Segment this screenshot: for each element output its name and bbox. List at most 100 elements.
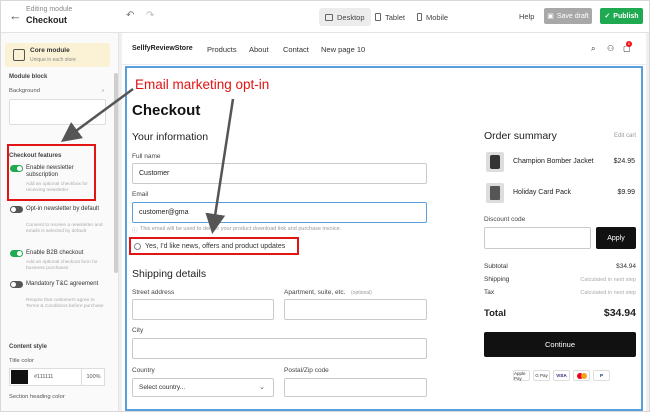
- core-module-subtitle: Unique in each store: [30, 57, 76, 63]
- subtotal-value: $34.94: [616, 263, 636, 270]
- optin-default-toggle[interactable]: [10, 206, 23, 213]
- save-draft-label: Save draft: [556, 12, 589, 20]
- core-module-title: Core module: [30, 47, 70, 54]
- b2b-toggle[interactable]: [10, 250, 23, 257]
- chevron-right-icon[interactable]: ›: [102, 88, 104, 94]
- zip-label: Postal/Zip code: [284, 367, 329, 374]
- device-desktop-button[interactable]: Desktop: [319, 8, 371, 26]
- settings-sidebar: Core module Unique in each store Module …: [1, 33, 119, 411]
- back-arrow-icon[interactable]: ←: [9, 8, 22, 23]
- top-bar: ← Editing module Checkout ↶ ↷ Desktop Ta…: [1, 1, 649, 33]
- street-input[interactable]: [132, 299, 274, 320]
- email-hint: This email will be used to deliver your …: [140, 226, 342, 232]
- app-root: ← Editing module Checkout ↶ ↷ Desktop Ta…: [0, 0, 650, 412]
- feature-title: Opt-in newsletter by default: [26, 206, 100, 212]
- nav-contact[interactable]: Contact: [283, 45, 309, 54]
- product-price: $24.95: [613, 158, 635, 165]
- title-color-picker[interactable]: #111111 100%: [9, 368, 105, 386]
- feature-title: Mandatory T&C agreement: [26, 281, 99, 287]
- email-label: Email: [132, 191, 149, 198]
- search-icon[interactable]: ⌕: [591, 44, 595, 54]
- paypal-icon: P: [593, 370, 610, 381]
- shipping-value: Calculated in next step: [580, 277, 636, 283]
- device-tablet-button[interactable]: Tablet: [369, 8, 411, 26]
- jacket-thumbnail: [490, 155, 500, 169]
- help-link[interactable]: Help: [519, 12, 534, 21]
- card-pack-thumbnail: [490, 186, 500, 200]
- product-image: [486, 152, 504, 172]
- edit-cart-link[interactable]: Edit cart: [614, 133, 636, 139]
- zip-input[interactable]: [284, 378, 427, 397]
- core-module-banner: Core module Unique in each store: [5, 43, 110, 67]
- city-input[interactable]: [132, 338, 427, 359]
- country-select[interactable]: Select country... ⌄: [132, 378, 274, 397]
- module-block-heading: Module block: [9, 74, 48, 80]
- nav-about[interactable]: About: [249, 45, 269, 54]
- order-summary-heading: Order summary: [484, 130, 557, 142]
- page-title: Checkout: [132, 102, 201, 119]
- nav-products[interactable]: Products: [207, 45, 237, 54]
- shipping-details-heading: Shipping details: [132, 268, 207, 280]
- discount-code-input[interactable]: [484, 227, 591, 249]
- background-label: Background: [9, 88, 40, 94]
- user-icon[interactable]: ⚇: [607, 44, 614, 53]
- cart-count-badge: 0: [626, 41, 632, 47]
- tax-label: Tax: [484, 289, 495, 296]
- check-icon: ✓: [604, 13, 611, 20]
- annotation-sidebar-highlight: [7, 144, 96, 201]
- undo-icon[interactable]: ↶: [126, 10, 134, 21]
- color-opacity-value[interactable]: 100%: [81, 369, 105, 385]
- publish-label: Publish: [613, 12, 639, 20]
- device-mobile-button[interactable]: Mobile: [411, 8, 454, 26]
- your-information-heading: Your information: [132, 131, 209, 143]
- mobile-icon: [417, 13, 422, 21]
- google-pay-icon: G Pay: [533, 370, 550, 381]
- device-desktop-label: Desktop: [337, 12, 365, 22]
- apartment-optional-label: (optional): [351, 290, 372, 296]
- product-price: $9.99: [617, 189, 635, 196]
- total-value: $34.94: [603, 307, 636, 319]
- chip-icon: [13, 49, 25, 61]
- full-name-label: Full name: [132, 153, 161, 160]
- city-label: City: [132, 327, 144, 334]
- feature-description: Require that customers agree to Terms & …: [26, 298, 104, 309]
- tablet-icon: [375, 13, 381, 21]
- save-icon: ▣: [547, 13, 554, 20]
- total-label: Total: [484, 308, 506, 319]
- store-header: SellfyReviewStore Products About Contact…: [122, 33, 646, 65]
- visa-icon: VISA: [553, 370, 570, 381]
- full-name-input[interactable]: Customer: [132, 163, 427, 184]
- product-image: [486, 183, 504, 203]
- title-color-label: Title color: [9, 358, 34, 364]
- publish-button[interactable]: ✓ Publish: [600, 8, 643, 24]
- nav-new-page[interactable]: New page 10: [321, 45, 365, 54]
- device-mobile-label: Mobile: [426, 12, 449, 22]
- content-style-heading: Content style: [9, 344, 48, 350]
- save-draft-button[interactable]: ▣ Save draft: [544, 8, 592, 24]
- annotation-label: Email marketing opt-in: [135, 77, 270, 92]
- subtotal-label: Subtotal: [484, 263, 508, 270]
- color-swatch[interactable]: [11, 370, 28, 384]
- tax-value: Calculated in next step: [580, 290, 636, 296]
- color-hex-value[interactable]: #111111: [34, 374, 53, 380]
- background-picker[interactable]: [9, 99, 106, 125]
- sidebar-scrollbar[interactable]: [114, 73, 118, 273]
- country-select-value: Select country...: [139, 384, 186, 391]
- mastercard-icon: [573, 370, 590, 381]
- product-name: Champion Bomber Jacket: [513, 158, 594, 165]
- shipping-label: Shipping: [484, 276, 510, 283]
- redo-icon[interactable]: ↷: [146, 10, 154, 21]
- email-input[interactable]: customer@gma: [132, 202, 427, 223]
- apply-discount-button[interactable]: Apply: [596, 227, 636, 249]
- section-heading-color-label: Section heading color: [9, 394, 65, 400]
- discount-code-label: Discount code: [484, 216, 526, 223]
- desktop-icon: [325, 13, 333, 21]
- chevron-down-icon: ⌄: [259, 384, 265, 391]
- apartment-input[interactable]: [284, 299, 427, 320]
- continue-button[interactable]: Continue: [484, 332, 636, 357]
- tc-toggle[interactable]: [10, 281, 23, 288]
- store-name[interactable]: SellfyReviewStore: [132, 45, 193, 52]
- street-label: Street address: [132, 289, 175, 296]
- annotation-optin-highlight: [125, 234, 298, 256]
- country-label: Country: [132, 367, 155, 374]
